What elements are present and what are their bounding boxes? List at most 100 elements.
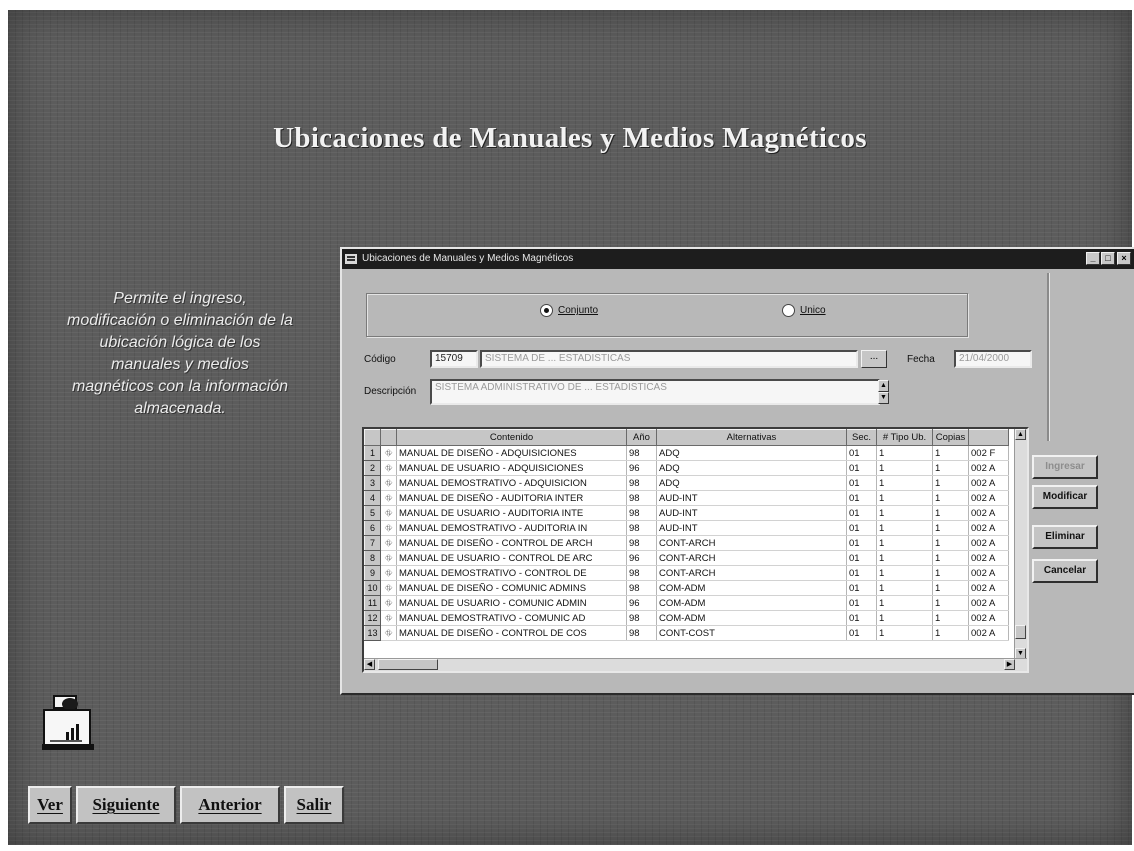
cell-alternativas: CONT-COST [656,625,847,641]
eliminar-button[interactable]: Eliminar [1032,525,1098,549]
table-row[interactable]: 13 ⛗ MANUAL DE DISEÑO - CONTROL DE COS 98 CO… [364,625,1009,641]
row-number[interactable]: 5 [364,505,381,521]
vertical-scrollbar[interactable]: ▲ ▼ [1014,429,1027,659]
table-row[interactable]: 8 ⛗ MANUAL DE USUARIO - CONTROL DE ARC 96 CO… [364,550,1009,566]
row-number[interactable]: 12 [364,610,381,626]
grid-header-row: Contenido Año Alternativas Sec. # Tipo U… [364,429,1009,446]
cell-tipo-ub: 1 [876,625,933,641]
table-row[interactable]: 2 ⛗ MANUAL DE USUARIO - ADQUISICIONES 96 ADQ… [364,460,1009,476]
maximize-icon[interactable]: □ [1101,252,1115,265]
row-number[interactable]: 2 [364,460,381,476]
cell-anio: 98 [626,445,657,461]
table-row[interactable]: 11 ⛗ MANUAL DE USUARIO - COMUNIC ADMIN 96 CO… [364,595,1009,611]
cell-alternativas: AUD-INT [656,490,847,506]
cell-contenido: MANUAL DE USUARIO - ADQUISICIONES [396,460,627,476]
cell-contenido: MANUAL DEMOSTRATIVO - COMUNIC AD [396,610,627,626]
radio-unico[interactable]: Unico [782,304,826,320]
printer-icon[interactable] [40,694,100,756]
row-number[interactable]: 3 [364,475,381,491]
horizontal-scrollbar[interactable]: ◀ ▶ [364,658,1027,671]
row-number[interactable]: 7 [364,535,381,551]
scroll-down-icon[interactable]: ▼ [878,392,889,404]
column-header-sec[interactable]: Sec. [846,429,877,446]
ver-button[interactable]: Ver [28,786,72,824]
table-row[interactable]: 9 ⛗ MANUAL DEMOSTRATIVO - CONTROL DE 98 CONT… [364,565,1009,581]
book-icon: ⛗ [380,550,397,566]
row-number[interactable]: 4 [364,490,381,506]
book-icon: ⛗ [380,610,397,626]
fecha-input[interactable]: 21/04/2000 [954,350,1032,368]
column-header-anio[interactable]: Año [626,429,657,446]
ingresar-button[interactable]: Ingresar [1032,455,1098,479]
close-icon[interactable]: × [1117,252,1131,265]
scroll-up-icon[interactable]: ▲ [1015,429,1026,440]
cell-alternativas: CONT-ARCH [656,565,847,581]
page-title: Ubicaciones de Manuales y Medios Magnéti… [273,122,867,154]
codigo-input[interactable]: 15709 [430,350,478,368]
browse-button[interactable]: ... [861,350,887,368]
cell-contenido: MANUAL DEMOSTRATIVO - AUDITORIA IN [396,520,627,536]
cell-tipo-ub: 1 [876,580,933,596]
column-header-copias[interactable]: Copias [932,429,969,446]
description-line: almacenada. [134,400,226,417]
table-row[interactable]: 7 ⛗ MANUAL DE DISEÑO - CONTROL DE ARCH 98 CO… [364,535,1009,551]
dialog-window: Ubicaciones de Manuales y Medios Magnéti… [340,247,1134,695]
minimize-icon[interactable]: _ [1086,252,1100,265]
column-header-extra[interactable] [968,429,1009,446]
cell-contenido: MANUAL DEMOSTRATIVO - CONTROL DE [396,565,627,581]
column-header [364,429,381,446]
anterior-button[interactable]: Anterior [180,786,280,824]
row-number[interactable]: 9 [364,565,381,581]
cell-extra: 002 A [968,520,1009,536]
table-row[interactable]: 5 ⛗ MANUAL DE USUARIO - AUDITORIA INTE 98 AU… [364,505,1009,521]
row-number[interactable]: 1 [364,445,381,461]
scroll-left-icon[interactable]: ◀ [364,659,375,670]
row-number[interactable]: 13 [364,625,381,641]
row-number[interactable]: 8 [364,550,381,566]
scroll-up-icon[interactable]: ▲ [878,380,889,392]
modificar-button[interactable]: Modificar [1032,485,1098,509]
descripcion-textarea[interactable]: SISTEMA ADMINISTRATIVO DE ... ESTADISTIC… [430,379,880,405]
salir-button[interactable]: Salir [284,786,344,824]
fecha-label: Fecha [907,354,935,365]
row-number[interactable]: 6 [364,520,381,536]
column-header-tipo-ub[interactable]: # Tipo Ub. [876,429,933,446]
cell-sec: 01 [846,490,877,506]
book-icon: ⛗ [380,505,397,521]
cell-alternativas: ADQ [656,460,847,476]
column-header [380,429,397,446]
table-row[interactable]: 12 ⛗ MANUAL DEMOSTRATIVO - COMUNIC AD 98 COM… [364,610,1009,626]
data-grid[interactable]: Contenido Año Alternativas Sec. # Tipo U… [362,427,1029,673]
table-row[interactable]: 1 ⛗ MANUAL DE DISEÑO - ADQUISICIONES 98 ADQ 0… [364,445,1009,461]
cell-sec: 01 [846,625,877,641]
scroll-right-icon[interactable]: ▶ [1004,659,1015,670]
cell-copias: 1 [932,505,969,521]
siguiente-button[interactable]: Siguiente [76,786,176,824]
row-number[interactable]: 10 [364,580,381,596]
description-line: magnéticos con la información [71,378,289,395]
cell-alternativas: CONT-ARCH [656,535,847,551]
codigo-name-field[interactable]: SISTEMA DE ... ESTADISTICAS [480,350,858,368]
column-header-contenido[interactable]: Contenido [396,429,627,446]
cell-extra: 002 A [968,625,1009,641]
radio-conjunto[interactable]: Conjunto [540,304,598,320]
column-header-alternativas[interactable]: Alternativas [656,429,847,446]
descripcion-label: Descripción [364,386,417,397]
cell-copias: 1 [932,475,969,491]
scroll-thumb[interactable] [378,659,438,670]
cell-anio: 96 [626,460,657,476]
cancelar-button[interactable]: Cancelar [1032,559,1098,583]
cell-sec: 01 [846,505,877,521]
cell-anio: 98 [626,610,657,626]
option-group [366,293,968,337]
table-row[interactable]: 10 ⛗ MANUAL DE DISEÑO - COMUNIC ADMINS 98 CO… [364,580,1009,596]
cell-tipo-ub: 1 [876,490,933,506]
scroll-thumb[interactable] [1015,625,1026,639]
cell-sec: 01 [846,460,877,476]
table-row[interactable]: 6 ⛗ MANUAL DEMOSTRATIVO - AUDITORIA IN 98 AU… [364,520,1009,536]
book-icon: ⛗ [380,490,397,506]
table-row[interactable]: 4 ⛗ MANUAL DE DISEÑO - AUDITORIA INTER 98 AU… [364,490,1009,506]
cell-alternativas: COM-ADM [656,610,847,626]
row-number[interactable]: 11 [364,595,381,611]
table-row[interactable]: 3 ⛗ MANUAL DEMOSTRATIVO - ADQUISICION 98 ADQ… [364,475,1009,491]
